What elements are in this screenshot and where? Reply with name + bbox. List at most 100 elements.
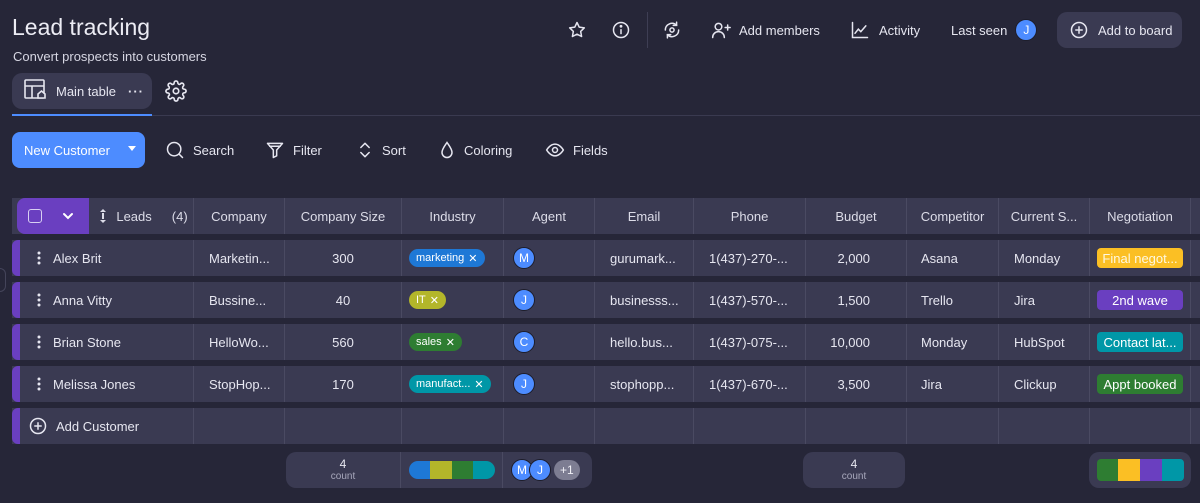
table-row[interactable]: Alex Brit Marketin... 300 marketing ✕ Mguruma…: [12, 240, 1200, 276]
scroll-handle[interactable]: [0, 268, 6, 292]
gear-icon[interactable]: [165, 80, 187, 102]
negotiation-cell[interactable]: Contact lat...: [1090, 324, 1191, 360]
plus-circle-icon[interactable]: [28, 416, 48, 436]
industry-tag[interactable]: IT ✕: [409, 291, 446, 309]
industry-cell[interactable]: manufact... ✕: [402, 366, 504, 402]
agent-cell[interactable]: J: [504, 282, 595, 318]
column-header-agent[interactable]: Agent: [504, 198, 595, 234]
tab-main-table[interactable]: Main table ···: [12, 73, 152, 109]
column-header-negotiation[interactable]: Negotiation: [1090, 198, 1191, 234]
budget-cell[interactable]: 2,000: [806, 240, 907, 276]
lead-name[interactable]: Brian Stone: [53, 335, 121, 350]
company-size-cell[interactable]: 170: [285, 366, 402, 402]
column-header-industry[interactable]: Industry: [402, 198, 504, 234]
company-cell[interactable]: Bussine...: [194, 282, 285, 318]
current-solution-cell[interactable]: Jira: [999, 282, 1090, 318]
avatar[interactable]: M: [513, 247, 535, 269]
company-size-cell[interactable]: 560: [285, 324, 402, 360]
status-badge[interactable]: Final negot...: [1097, 248, 1183, 268]
remove-tag-icon[interactable]: ✕: [430, 294, 439, 307]
table-row[interactable]: Brian Stone HelloWo... 560 sales ✕ Chello.bus…: [12, 324, 1200, 360]
fields-button[interactable]: Fields: [545, 138, 608, 162]
new-customer-button[interactable]: New Customer: [12, 132, 145, 168]
phone-cell[interactable]: 1(437)-670-...: [694, 366, 806, 402]
sort-button[interactable]: Sort: [356, 138, 406, 162]
add-members-button[interactable]: Add members: [710, 10, 820, 50]
coloring-button[interactable]: Coloring: [438, 138, 512, 162]
last-seen[interactable]: Last seen J: [951, 10, 1038, 50]
add-customer-label[interactable]: Add Customer: [56, 419, 139, 434]
competitor-cell[interactable]: Jira: [907, 366, 999, 402]
current-solution-cell[interactable]: Clickup: [999, 366, 1090, 402]
agent-cell[interactable]: J: [504, 366, 595, 402]
lead-name[interactable]: Anna Vitty: [53, 293, 112, 308]
budget-cell[interactable]: 3,500: [806, 366, 907, 402]
competitor-cell[interactable]: Asana: [907, 240, 999, 276]
industry-distribution-bar[interactable]: [408, 461, 495, 479]
lead-name[interactable]: Alex Brit: [53, 251, 101, 266]
column-header-phone[interactable]: Phone: [694, 198, 806, 234]
leads-column-header[interactable]: Leads: [99, 209, 152, 224]
info-icon[interactable]: [610, 19, 632, 41]
company-cell[interactable]: StopHop...: [194, 366, 285, 402]
avatar[interactable]: J: [1015, 19, 1038, 41]
company-cell[interactable]: HelloWo...: [194, 324, 285, 360]
column-header-email[interactable]: Email: [595, 198, 694, 234]
current-solution-cell[interactable]: Monday: [999, 240, 1090, 276]
filter-button[interactable]: Filter: [265, 138, 322, 162]
agent-cell[interactable]: M: [504, 240, 595, 276]
status-badge[interactable]: Contact lat...: [1097, 332, 1183, 352]
add-to-board-button[interactable]: Add to board: [1057, 12, 1182, 48]
table-row[interactable]: Melissa Jones StopHop... 170 manufact... ✕ Js…: [12, 366, 1200, 402]
industry-tag[interactable]: marketing ✕: [409, 249, 485, 267]
activity-button[interactable]: Activity: [850, 10, 920, 50]
negotiation-cell[interactable]: Appt booked: [1090, 366, 1191, 402]
column-header-current[interactable]: Current S...: [999, 198, 1090, 234]
avatar[interactable]: J: [513, 289, 535, 311]
remove-tag-icon[interactable]: ✕: [474, 378, 483, 391]
negotiation-cell[interactable]: Final negot...: [1090, 240, 1191, 276]
competitor-cell[interactable]: Trello: [907, 282, 999, 318]
email-cell[interactable]: hello.bus...: [595, 324, 694, 360]
phone-cell[interactable]: 1(437)-570-...: [694, 282, 806, 318]
more-options-icon[interactable]: ···: [128, 84, 144, 99]
email-cell[interactable]: stophopp...: [595, 366, 694, 402]
budget-cell[interactable]: 1,500: [806, 282, 907, 318]
column-header-company-size[interactable]: Company Size: [285, 198, 402, 234]
industry-tag[interactable]: sales ✕: [409, 333, 462, 351]
negotiation-distribution-bar[interactable]: [1096, 459, 1184, 481]
select-all-checkbox[interactable]: [28, 209, 43, 223]
industry-tag[interactable]: manufact... ✕: [409, 375, 491, 393]
row-menu-icon[interactable]: [37, 335, 41, 349]
industry-cell[interactable]: sales ✕: [402, 324, 504, 360]
avatar[interactable]: J: [529, 459, 551, 481]
industry-cell[interactable]: marketing ✕: [402, 240, 504, 276]
company-cell[interactable]: Marketin...: [194, 240, 285, 276]
search-button[interactable]: Search: [165, 138, 234, 162]
negotiation-cell[interactable]: 2nd wave: [1090, 282, 1191, 318]
company-size-cell[interactable]: 300: [285, 240, 402, 276]
avatar[interactable]: J: [513, 373, 535, 395]
remove-tag-icon[interactable]: ✕: [446, 336, 455, 349]
sync-icon[interactable]: [661, 19, 683, 41]
email-cell[interactable]: businesss...: [595, 282, 694, 318]
remove-tag-icon[interactable]: ✕: [468, 252, 477, 265]
lead-name[interactable]: Melissa Jones: [53, 377, 135, 392]
add-customer-row[interactable]: Add Customer: [12, 408, 1200, 444]
current-solution-cell[interactable]: HubSpot: [999, 324, 1090, 360]
row-menu-icon[interactable]: [37, 293, 41, 307]
phone-cell[interactable]: 1(437)-075-...: [694, 324, 806, 360]
row-menu-icon[interactable]: [37, 377, 41, 391]
agent-cell[interactable]: C: [504, 324, 595, 360]
star-icon[interactable]: [566, 19, 588, 41]
budget-cell[interactable]: 10,000: [806, 324, 907, 360]
row-menu-icon[interactable]: [37, 251, 41, 265]
chevron-down-icon[interactable]: [62, 210, 74, 222]
caret-down-icon[interactable]: [128, 146, 136, 151]
industry-cell[interactable]: IT ✕: [402, 282, 504, 318]
column-header-budget[interactable]: Budget: [806, 198, 907, 234]
status-badge[interactable]: 2nd wave: [1097, 290, 1183, 310]
drag-handle-icon[interactable]: [99, 209, 107, 223]
table-row[interactable]: Anna Vitty Bussine... 40 IT ✕ Jbusinesss... 1(…: [12, 282, 1200, 318]
phone-cell[interactable]: 1(437)-270-...: [694, 240, 806, 276]
